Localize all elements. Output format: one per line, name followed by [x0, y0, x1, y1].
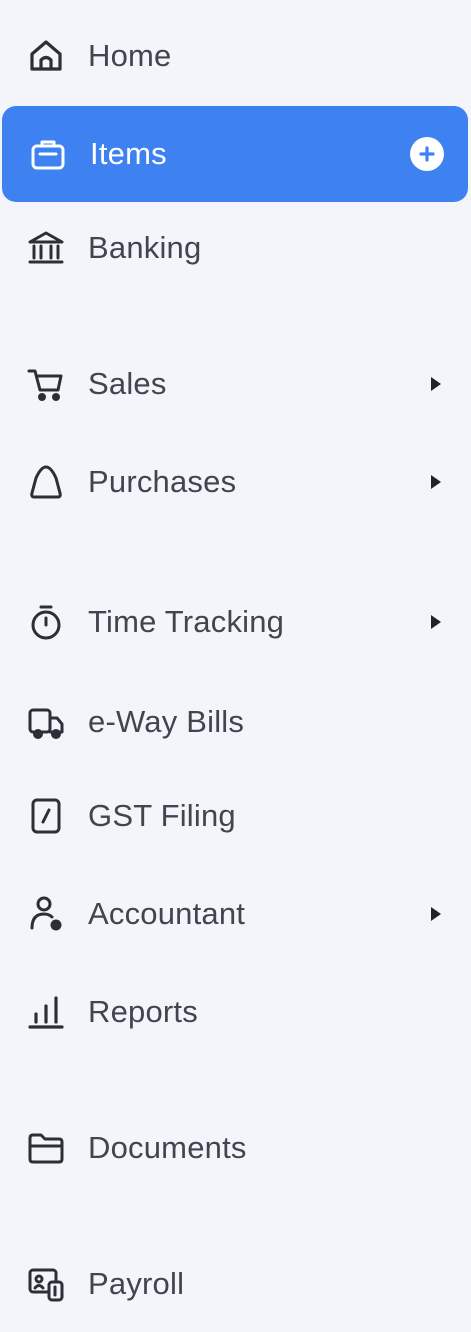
document-icon — [24, 794, 68, 838]
sidebar-item-gst-filing[interactable]: GST Filing — [0, 768, 471, 864]
home-icon — [24, 34, 68, 78]
sidebar-item-banking[interactable]: Banking — [0, 200, 471, 296]
sidebar-item-label: Time Tracking — [88, 604, 285, 639]
sidebar-item-label: Items — [90, 136, 167, 171]
sidebar-item-label: e-Way Bills — [88, 704, 245, 739]
chevron-right-icon[interactable] — [431, 475, 441, 489]
sidebar-item-accountant[interactable]: Accountant — [0, 866, 471, 962]
sidebar-item-time-tracking[interactable]: Time Tracking — [0, 574, 471, 670]
cart-icon — [24, 362, 68, 406]
items-icon — [26, 132, 70, 176]
sidebar-item-label: Accountant — [88, 896, 246, 931]
bag-icon — [24, 460, 68, 504]
sidebar-item-purchases[interactable]: Purchases — [0, 434, 471, 530]
sidebar-item-label: Sales — [88, 366, 167, 401]
sidebar-item-label: Home — [88, 38, 172, 73]
sidebar-item-reports[interactable]: Reports — [0, 964, 471, 1060]
sidebar-item-home[interactable]: Home — [0, 8, 471, 104]
sidebar-item-label: Banking — [88, 230, 202, 265]
sidebar-item-payroll[interactable]: Payroll — [0, 1236, 471, 1332]
sidebar-item-documents[interactable]: Documents — [0, 1100, 471, 1196]
accountant-icon — [24, 892, 68, 936]
sidebar-nav: Home Items Banking Sales Purchases Time … — [0, 0, 471, 1324]
chevron-right-icon[interactable] — [431, 377, 441, 391]
payroll-icon — [24, 1262, 68, 1306]
truck-icon — [24, 700, 68, 744]
sidebar-item-items[interactable]: Items — [2, 106, 468, 202]
folder-icon — [24, 1126, 68, 1170]
sidebar-item-label: Purchases — [88, 464, 237, 499]
add-circle-icon[interactable] — [410, 137, 444, 171]
sidebar-item-label: Reports — [88, 994, 198, 1029]
sidebar-item-label: GST Filing — [88, 798, 236, 833]
sidebar-item-sales[interactable]: Sales — [0, 336, 471, 432]
bank-icon — [24, 226, 68, 270]
chevron-right-icon[interactable] — [431, 907, 441, 921]
sidebar-item-e-way-bills[interactable]: e-Way Bills — [0, 674, 471, 770]
sidebar-item-label: Documents — [88, 1130, 247, 1165]
sidebar-item-label: Payroll — [88, 1266, 185, 1301]
stopwatch-icon — [24, 600, 68, 644]
chevron-right-icon[interactable] — [431, 615, 441, 629]
bar-chart-icon — [24, 990, 68, 1034]
